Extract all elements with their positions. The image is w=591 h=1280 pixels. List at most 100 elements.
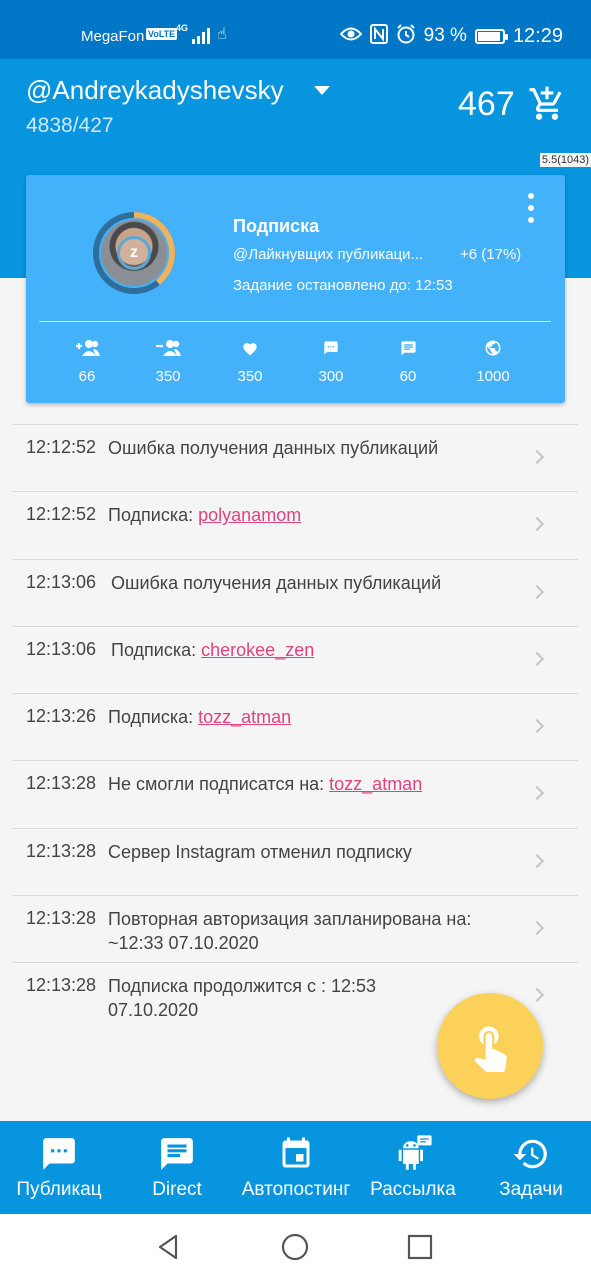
bottom-nav: Публикац Direct Автопостинг Рассылка Зад… <box>0 1121 591 1214</box>
log-time: 12:13:28 <box>26 975 97 996</box>
more-vert-icon[interactable] <box>524 193 538 223</box>
nav-publications[interactable]: Публикац <box>6 1121 112 1214</box>
back-icon[interactable] <box>154 1232 184 1262</box>
chevron-right-icon <box>529 517 545 532</box>
recents-icon[interactable] <box>405 1232 435 1262</box>
user-link[interactable]: tozz_atman <box>198 707 291 727</box>
log-time: 12:13:06 <box>26 571 97 592</box>
nav-tasks[interactable]: Задачи <box>486 1121 576 1214</box>
chevron-right-icon <box>529 719 545 734</box>
app-header: @Andreykadyshevsky 4838/427 467 <box>0 59 591 153</box>
log-row[interactable]: 12:13:28 Повторная авторизация запланиро… <box>13 895 578 962</box>
log-text: Ошибка получения данных публикаций <box>108 438 439 458</box>
account-name[interactable]: @Andreykadyshevsky <box>26 75 284 106</box>
chevron-right-icon <box>529 853 545 868</box>
app-version: 5.5(1043) <box>539 153 591 167</box>
stat-follow-value: 66 <box>78 368 96 385</box>
like-icon <box>220 337 280 359</box>
stat-globe-value: 1000 <box>476 368 510 385</box>
eye-icon <box>339 26 362 46</box>
log-time: 12:13:28 <box>26 840 97 861</box>
touch-icon: ☝ <box>217 26 227 43</box>
log-row[interactable]: 12:13:26 Подписка: tozz_atman <box>13 693 578 760</box>
task-progress: +6 (17%) <box>460 246 522 263</box>
log-row[interactable]: 12:13:06 Ошибка получения данных публика… <box>13 558 578 626</box>
globe-icon <box>463 337 523 359</box>
task-title: Подписка <box>233 216 320 236</box>
log-row[interactable]: 12:13:28 Сервер Instagram отменил подпис… <box>13 827 578 895</box>
log-row[interactable]: 12:12:52 Подписка: polyanamom <box>13 491 578 558</box>
nav-label: Автопостинг <box>241 1179 351 1200</box>
avatar: z <box>92 211 176 295</box>
task-stopped-until: Задание остановлено до: 12:53 <box>233 277 453 294</box>
log-text: Подписка: cherokee_zen <box>111 639 315 660</box>
carrier-name: MegaFon <box>81 28 145 45</box>
signal-icon <box>192 28 210 44</box>
system-nav-bar <box>0 1214 591 1280</box>
log-text: Ошибка получения данных публикаций <box>111 572 442 593</box>
chevron-right-icon <box>529 449 545 465</box>
battery-percent: 93 % <box>423 25 467 46</box>
clock: 12:29 <box>512 24 563 47</box>
nav-autoposting[interactable]: Автопостинг <box>234 1121 358 1214</box>
stat-unfollow-value: 350 <box>155 368 181 385</box>
chevron-right-icon <box>529 651 545 666</box>
account-dropdown-icon[interactable] <box>314 86 330 95</box>
log-row[interactable]: 12:12:52 Ошибка получения данных публика… <box>13 424 578 491</box>
nav-direct[interactable]: Direct <box>130 1121 224 1214</box>
stat-globe: 1000 <box>463 337 523 385</box>
stat-message-value: 60 <box>399 368 417 385</box>
comment-icon <box>301 337 361 359</box>
log-time: 12:13:26 <box>26 706 97 727</box>
message-icon <box>378 337 438 359</box>
calendar-icon <box>276 1134 316 1174</box>
nav-mailing[interactable]: Рассылка <box>364 1121 462 1214</box>
user-link[interactable]: polyanamom <box>198 505 301 525</box>
user-link[interactable]: cherokee_zen <box>201 640 314 660</box>
stat-like: 350 <box>220 337 280 385</box>
chevron-right-icon <box>529 921 545 936</box>
log-text: Подписка продолжится с : 12:53 07.10.202… <box>108 976 377 1021</box>
volte-badge: VoLTE <box>146 28 178 40</box>
sleep-icon: z <box>117 236 151 270</box>
message-lines-icon <box>157 1134 197 1174</box>
log-time: 12:13:06 <box>26 638 97 659</box>
log-row[interactable]: 12:13:06 Подписка: cherokee_zen <box>13 625 578 693</box>
tap-fab-button[interactable] <box>437 993 543 1099</box>
log-time: 12:13:28 <box>26 773 97 794</box>
stat-follow: 66 <box>57 337 117 385</box>
task-target: @Лайкнувщих публикаци... <box>233 246 424 263</box>
android-icon <box>393 1134 433 1174</box>
log-list: 12:12:52 Ошибка получения данных публика… <box>13 424 578 1030</box>
nav-label: Публикац <box>16 1179 102 1200</box>
alarm-icon <box>396 24 416 48</box>
log-text: Не смогли подписатся на: tozz_atman <box>108 774 423 795</box>
log-time: 12:12:52 <box>26 437 97 457</box>
add-cart-icon[interactable] <box>528 85 566 123</box>
task-card[interactable]: z Подписка @Лайкнувщих публикаци... +6 (… <box>26 175 565 403</box>
log-row[interactable]: 12:13:28 Не смогли подписатся на: tozz_a… <box>13 760 578 827</box>
unfollow-icon <box>138 337 198 359</box>
history-icon <box>511 1134 551 1174</box>
chat-dots-icon <box>39 1134 79 1174</box>
card-divider <box>39 321 551 322</box>
nav-label: Direct <box>152 1179 202 1200</box>
stat-like-value: 350 <box>237 368 263 385</box>
stat-unfollow: 350 <box>138 337 198 385</box>
log-text: Подписка: tozz_atman <box>108 707 292 728</box>
stat-message: 60 <box>378 337 438 385</box>
nav-label: Рассылка <box>370 1179 456 1200</box>
log-text: Подписка: polyanamom <box>108 505 302 526</box>
status-bar: MegaFon VoLTE 4G ☝ 93 % 12:29 <box>0 0 591 59</box>
chevron-right-icon <box>529 584 545 599</box>
stat-comment: 300 <box>301 337 361 385</box>
network-type: 4G <box>176 23 189 33</box>
chevron-right-icon <box>529 988 545 1003</box>
chevron-right-icon <box>529 786 545 801</box>
home-icon[interactable] <box>280 1232 310 1262</box>
log-time: 12:12:52 <box>26 504 97 525</box>
balance[interactable]: 467 <box>458 85 515 124</box>
log-text: Сервер Instagram отменил подписку <box>108 841 412 862</box>
user-link[interactable]: tozz_atman <box>329 774 422 794</box>
log-time: 12:13:28 <box>26 908 97 929</box>
